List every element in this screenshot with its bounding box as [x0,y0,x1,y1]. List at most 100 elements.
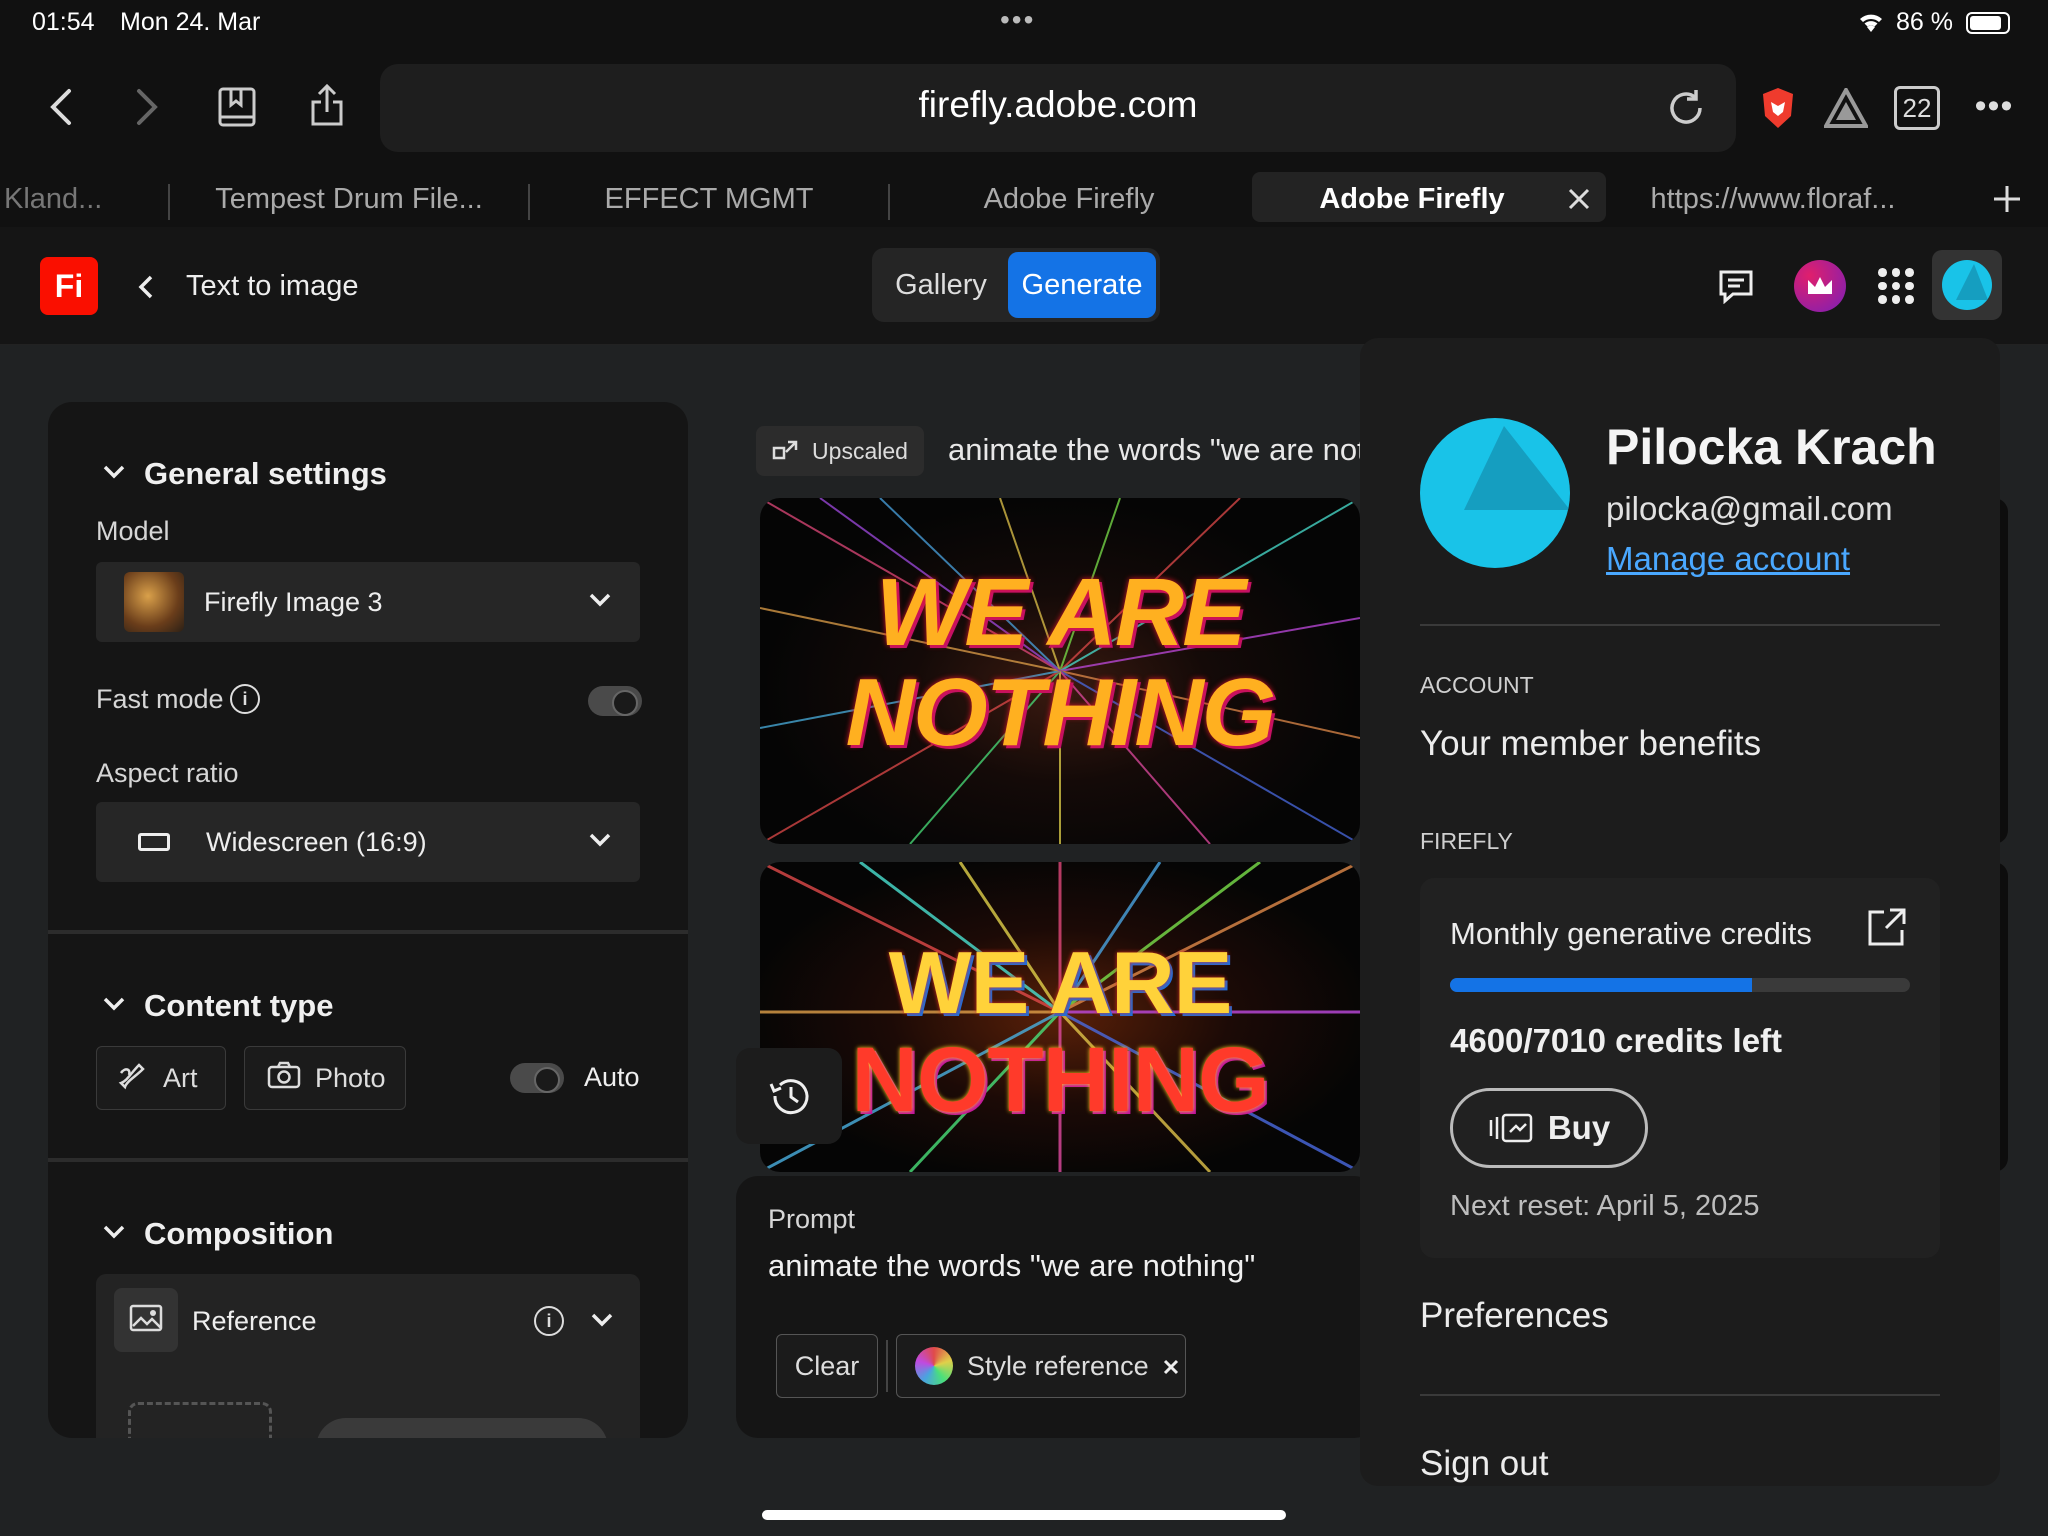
firefly-logo[interactable]: Fi [40,257,98,315]
sign-out-link[interactable]: Sign out [1420,1444,1548,1484]
share-icon[interactable] [304,80,350,130]
credits-buy-icon [1489,1113,1533,1143]
image-text-line-2: NOTHING [851,1029,1269,1131]
apps-grid-icon[interactable] [1878,268,1914,304]
fast-mode-label: Fast mode [96,684,224,714]
chevron-left-icon[interactable] [132,272,160,302]
composition-heading[interactable]: Composition [144,1216,333,1252]
gallery-tab[interactable]: Gallery [878,252,1004,318]
art-button[interactable]: Art [96,1046,226,1110]
url-text[interactable]: firefly.adobe.com [380,84,1736,126]
battery-percent: 86 % [1896,8,1953,36]
multitask-dots[interactable]: ••• [1000,4,1035,36]
tab-5-active[interactable]: Adobe Firefly [1252,172,1572,226]
back-icon[interactable] [40,82,80,132]
art-label: Art [163,1062,198,1093]
forward-icon[interactable] [128,82,168,132]
content-type-heading[interactable]: Content type [144,988,333,1024]
popover-divider [1420,1394,1940,1396]
history-icon[interactable] [736,1048,842,1144]
style-reference-thumbnail [915,1347,953,1385]
upscaled-label: Upscaled [812,437,908,464]
image-reference-icon [114,1288,178,1352]
info-icon[interactable]: i [230,684,260,714]
upscaled-badge: Upscaled [756,426,924,476]
brush-icon [117,1059,149,1098]
camera-icon [267,1061,301,1096]
prompt-label: Prompt [768,1204,856,1234]
premium-crown-icon[interactable] [1794,260,1846,312]
upload-button[interactable] [316,1418,608,1438]
brave-shield-icon[interactable] [1756,84,1800,132]
chevron-down-icon[interactable] [100,1220,128,1244]
generate-tab[interactable]: Generate [1008,252,1156,318]
credits-progress-fill [1450,978,1752,992]
clear-button[interactable]: Clear [776,1334,878,1398]
result-prompt-preview: animate the words "we are noth [948,432,1383,467]
back-to-text-to-image[interactable]: Text to image [186,270,358,303]
profile-name: Pilocka Krach [1606,419,1937,475]
chevron-down-icon[interactable] [100,992,128,1016]
aspect-ratio-value: Widescreen (16:9) [206,826,427,857]
new-tab-icon[interactable] [1990,182,2024,216]
buy-button[interactable]: Buy [1450,1088,1648,1168]
close-tab-icon[interactable] [1564,184,1594,214]
tab-count-button[interactable]: 22 [1894,86,1940,130]
next-reset-text: Next reset: April 5, 2025 [1450,1190,1760,1222]
brave-rewards-icon[interactable] [1822,86,1870,130]
chevron-down-icon[interactable] [588,1308,616,1332]
tab-6[interactable]: https://www.floraf... [1608,172,1938,226]
feedback-icon[interactable] [1716,266,1756,306]
prompt-input[interactable]: animate the words "we are nothing" [768,1248,1255,1284]
generated-image-1[interactable]: WE ARE NOTHING [760,498,1360,844]
profile-avatar-large [1420,418,1570,568]
bookmarks-icon[interactable] [214,84,260,130]
tab-strip: Kland... Tempest Drum File... EFFECT MGM… [0,172,2048,226]
aspect-ratio-label: Aspect ratio [96,758,239,788]
general-settings-heading[interactable]: General settings [144,456,387,492]
aspect-ratio-dropdown[interactable]: Widescreen (16:9) [96,802,640,882]
reference-label: Reference [192,1306,317,1336]
chevron-down-icon[interactable] [100,460,128,484]
external-link-icon[interactable] [1866,906,1910,950]
section-divider [48,930,688,934]
info-icon[interactable]: i [534,1306,564,1336]
popover-divider [1420,624,1940,626]
chevron-down-icon [588,592,612,613]
tab-3[interactable]: EFFECT MGMT [530,172,888,226]
manage-account-link[interactable]: Manage account [1606,540,1850,578]
tab-4[interactable]: Adobe Firefly [890,172,1248,226]
profile-email: pilocka@gmail.com [1606,490,1893,527]
section-divider [48,1158,688,1162]
tab-1[interactable]: Kland... [0,172,168,226]
model-label: Model [96,516,170,546]
close-icon[interactable] [1163,1351,1179,1382]
model-thumbnail [124,572,184,632]
more-options-icon[interactable]: ••• [1974,87,2014,125]
battery-icon [1966,12,2010,34]
status-time: 01:54 [32,8,95,36]
chevron-down-icon [588,832,612,853]
model-value: Firefly Image 3 [204,586,383,617]
style-reference-label: Style reference [967,1350,1149,1381]
avatar[interactable] [1942,260,1992,310]
photo-button[interactable]: Photo [244,1046,406,1110]
wifi-icon [1856,10,1886,34]
upscale-icon [772,440,798,460]
model-dropdown[interactable]: Firefly Image 3 [96,562,640,642]
reload-icon[interactable] [1664,86,1708,130]
style-reference-chip[interactable]: Style reference [896,1334,1186,1398]
widescreen-icon [138,833,170,851]
fast-mode-toggle[interactable] [588,686,642,716]
auto-toggle[interactable] [510,1063,564,1093]
credits-left-text: 4600/7010 credits left [1450,1022,1783,1059]
upload-dropzone[interactable] [128,1402,272,1438]
home-indicator[interactable] [762,1510,1286,1520]
image-text-line-1: WE ARE [875,559,1246,666]
generated-image-2[interactable]: WE ARE NOTHING [760,862,1360,1172]
credits-title: Monthly generative credits [1450,916,1812,951]
preferences-link[interactable]: Preferences [1420,1296,1609,1336]
tab-2[interactable]: Tempest Drum File... [170,172,528,226]
image-text-line-1: WE ARE [888,933,1233,1032]
member-benefits-link[interactable]: Your member benefits [1420,724,1761,764]
